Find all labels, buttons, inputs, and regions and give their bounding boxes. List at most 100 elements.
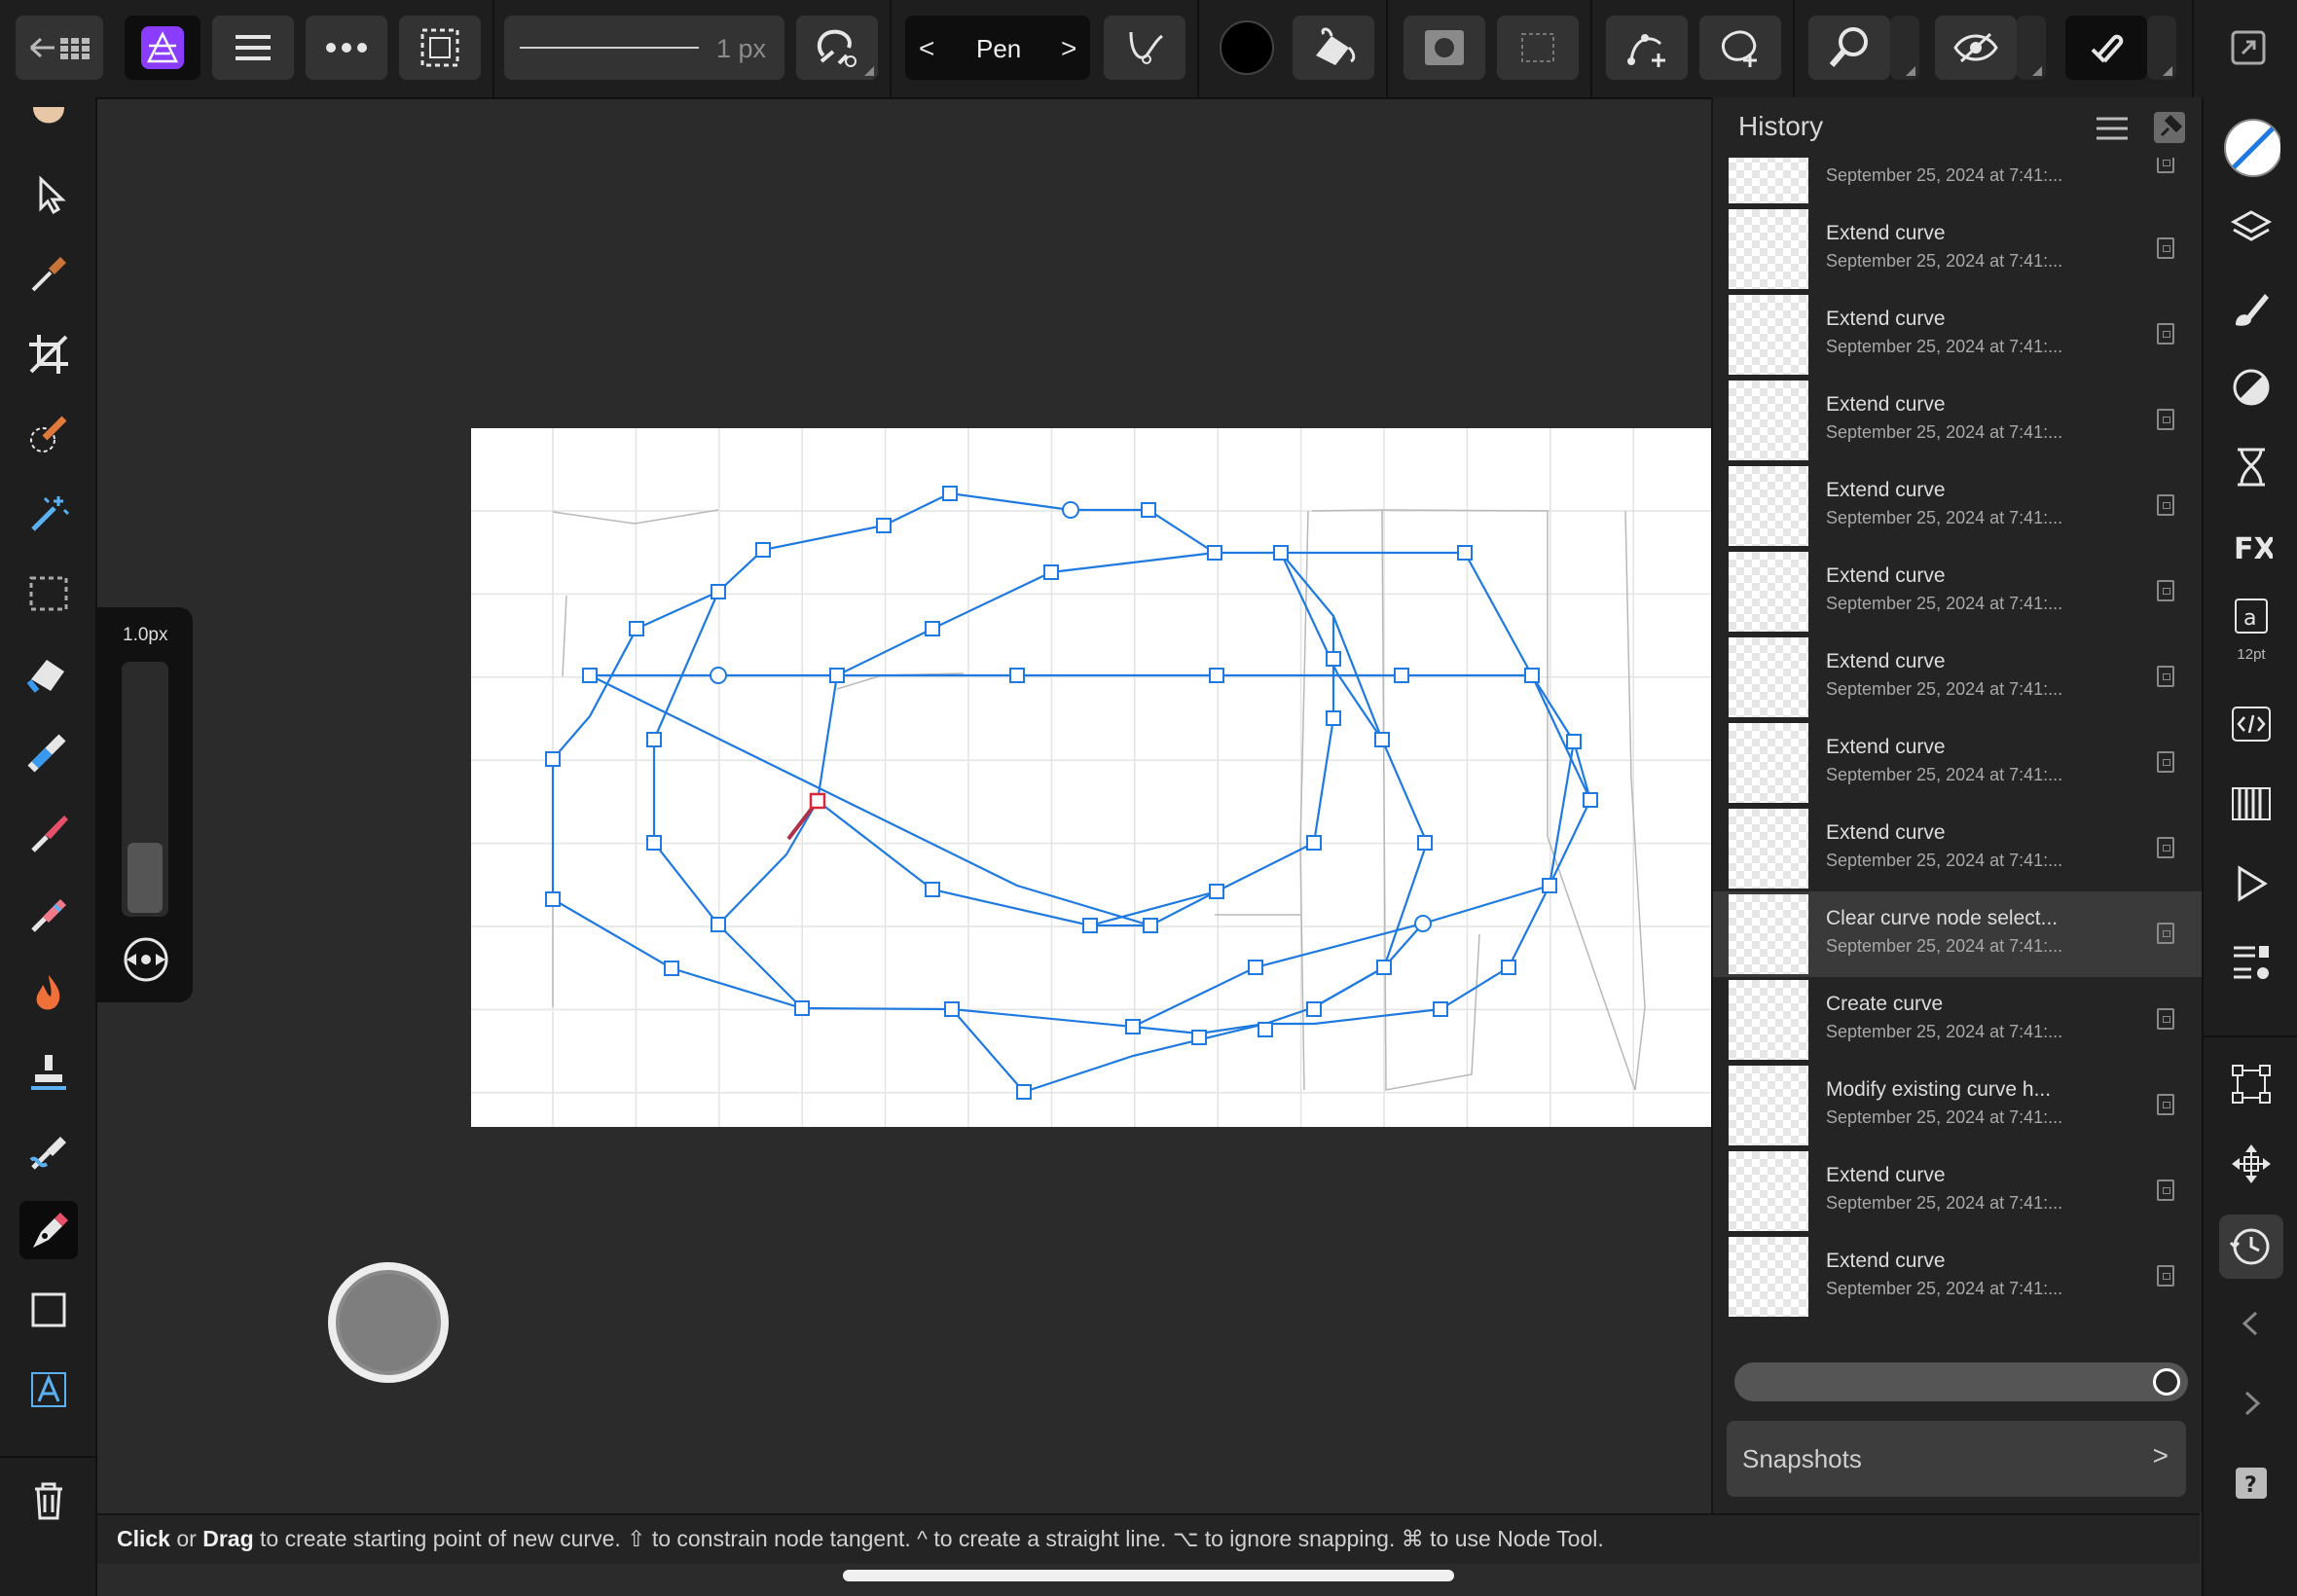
curve-node[interactable] <box>794 1000 810 1016</box>
history-item[interactable]: Extend curve September 25, 2024 at 7:41:.… <box>1713 292 2202 378</box>
curve-node[interactable] <box>1524 668 1540 683</box>
curve-node[interactable] <box>1082 918 1098 933</box>
curve-node[interactable] <box>1306 835 1322 851</box>
history-studio-hourglass-button[interactable] <box>2222 438 2280 496</box>
curve-node[interactable] <box>925 882 940 897</box>
history-item[interactable]: Extend curve September 25, 2024 at 7:41:.… <box>1713 206 2202 292</box>
history-item[interactable]: Extend curve September 25, 2024 at 7:41:.… <box>1713 158 2202 206</box>
source-studio-button[interactable] <box>2222 695 2280 753</box>
history-scrubber-knob[interactable] <box>2153 1368 2180 1396</box>
curve-node[interactable] <box>1457 545 1473 561</box>
curve-node[interactable] <box>711 917 726 932</box>
text-tool[interactable] <box>19 1360 78 1419</box>
smooth-curve-node[interactable] <box>710 667 727 684</box>
curve-node[interactable] <box>545 751 561 767</box>
history-item[interactable]: Create curve September 25, 2024 at 7:41:.… <box>1713 977 2202 1063</box>
pressure-toggle-icon[interactable] <box>123 936 169 983</box>
curve-node[interactable] <box>1501 960 1516 975</box>
smooth-curve-node[interactable] <box>1062 501 1079 519</box>
navigator-studio-button[interactable] <box>2222 854 2280 913</box>
history-list[interactable]: Extend curve September 25, 2024 at 7:41:.… <box>1713 158 2202 1335</box>
width-slider-track[interactable] <box>122 662 168 917</box>
curve-node[interactable] <box>711 584 726 599</box>
history-item[interactable]: Clear curve node select... September 25, … <box>1713 891 2202 977</box>
curve-node[interactable] <box>1209 884 1224 899</box>
transform-studio-button[interactable] <box>2222 1055 2280 1113</box>
curve-node[interactable] <box>1209 668 1224 683</box>
history-item[interactable]: Extend curve September 25, 2024 at 7:41:.… <box>1713 549 2202 635</box>
snapshots-button[interactable]: Snapshots > <box>1727 1421 2186 1497</box>
color-picker-tool[interactable] <box>19 245 78 304</box>
curve-node[interactable] <box>1542 878 1557 893</box>
command-controller-button[interactable] <box>327 1261 450 1384</box>
history-scrubber[interactable] <box>1734 1362 2188 1401</box>
curve-node[interactable] <box>1009 668 1025 683</box>
selected-curve-node[interactable] <box>809 792 826 810</box>
history-item[interactable]: Extend curve September 25, 2024 at 7:41:.… <box>1713 806 2202 891</box>
move-tool[interactable] <box>19 165 78 224</box>
history-item[interactable]: Extend curve September 25, 2024 at 7:41:.… <box>1713 1234 2202 1320</box>
curve-node[interactable] <box>1141 502 1156 518</box>
curve-node[interactable] <box>1248 960 1263 975</box>
curve-node[interactable] <box>1394 668 1409 683</box>
marquee-tool[interactable] <box>19 564 78 623</box>
home-indicator[interactable] <box>843 1570 1454 1581</box>
history-item[interactable]: Extend curve September 25, 2024 at 7:41:.… <box>1713 635 2202 720</box>
move-studio-button[interactable] <box>2222 1135 2280 1193</box>
curve-node[interactable] <box>944 1001 960 1017</box>
history-item[interactable]: Extend curve September 25, 2024 at 7:41:.… <box>1713 1148 2202 1234</box>
view-tool[interactable] <box>19 101 78 142</box>
curve-node[interactable] <box>1433 1001 1448 1017</box>
layers-studio-button[interactable] <box>2222 199 2280 257</box>
smooth-curve-node[interactable] <box>1414 915 1432 932</box>
curve-node[interactable] <box>1125 1019 1141 1034</box>
curve-node[interactable] <box>755 542 771 558</box>
curve-node[interactable] <box>942 486 958 501</box>
curve-node[interactable] <box>1273 545 1289 561</box>
crop-tool[interactable] <box>19 325 78 383</box>
curve-node[interactable] <box>545 891 561 907</box>
adjustments-studio-button[interactable] <box>2222 358 2280 417</box>
curve-node[interactable] <box>1258 1022 1273 1037</box>
curve-node[interactable] <box>1583 792 1598 808</box>
history-item[interactable]: Extend curve September 25, 2024 at 7:41:.… <box>1713 463 2202 549</box>
clone-tool[interactable] <box>19 1043 78 1102</box>
curve-node[interactable] <box>1417 835 1433 851</box>
curve-node[interactable] <box>1566 734 1582 749</box>
pin-panel-icon[interactable] <box>2153 111 2186 144</box>
curve-node[interactable] <box>582 668 598 683</box>
history-studio-button[interactable] <box>2219 1215 2283 1279</box>
curve-node[interactable] <box>829 668 845 683</box>
curve-node[interactable] <box>664 961 679 976</box>
selection-brush-tool[interactable] <box>19 405 78 463</box>
curve-node[interactable] <box>925 621 940 636</box>
delete-button[interactable] <box>19 1471 78 1530</box>
collapse-studio-button[interactable] <box>2222 1294 2280 1353</box>
curve-node[interactable] <box>646 835 662 851</box>
curve-node[interactable] <box>1207 545 1222 561</box>
dodge-burn-tool[interactable] <box>19 963 78 1022</box>
curve-node[interactable] <box>1143 918 1158 933</box>
flood-select-tool[interactable] <box>19 485 78 543</box>
curve-node[interactable] <box>1376 960 1392 975</box>
curve-node[interactable] <box>1326 710 1341 726</box>
history-item[interactable]: Extend curve September 25, 2024 at 7:41:.… <box>1713 720 2202 806</box>
paint-brush-tool[interactable] <box>19 804 78 862</box>
erase-brush-tool[interactable] <box>19 884 78 942</box>
curve-node[interactable] <box>1191 1030 1207 1045</box>
curve-node[interactable] <box>1306 1001 1322 1017</box>
curve-node[interactable] <box>1326 651 1341 667</box>
brushes-studio-button[interactable] <box>2222 278 2280 337</box>
assets-studio-button[interactable] <box>2222 934 2280 993</box>
fill-tool[interactable] <box>19 644 78 703</box>
smudge-tool[interactable] <box>19 1123 78 1181</box>
rectangle-tool[interactable] <box>19 1281 78 1339</box>
curve-node[interactable] <box>646 732 662 747</box>
curve-node[interactable] <box>629 621 644 636</box>
text-studio-button[interactable]: a 12pt <box>2222 596 2280 666</box>
curve-node[interactable] <box>1374 732 1390 747</box>
help-button[interactable]: ? <box>2222 1454 2280 1512</box>
curve-node[interactable] <box>876 518 892 533</box>
curve-node[interactable] <box>1043 564 1059 580</box>
color-studio-button[interactable] <box>2222 119 2280 177</box>
